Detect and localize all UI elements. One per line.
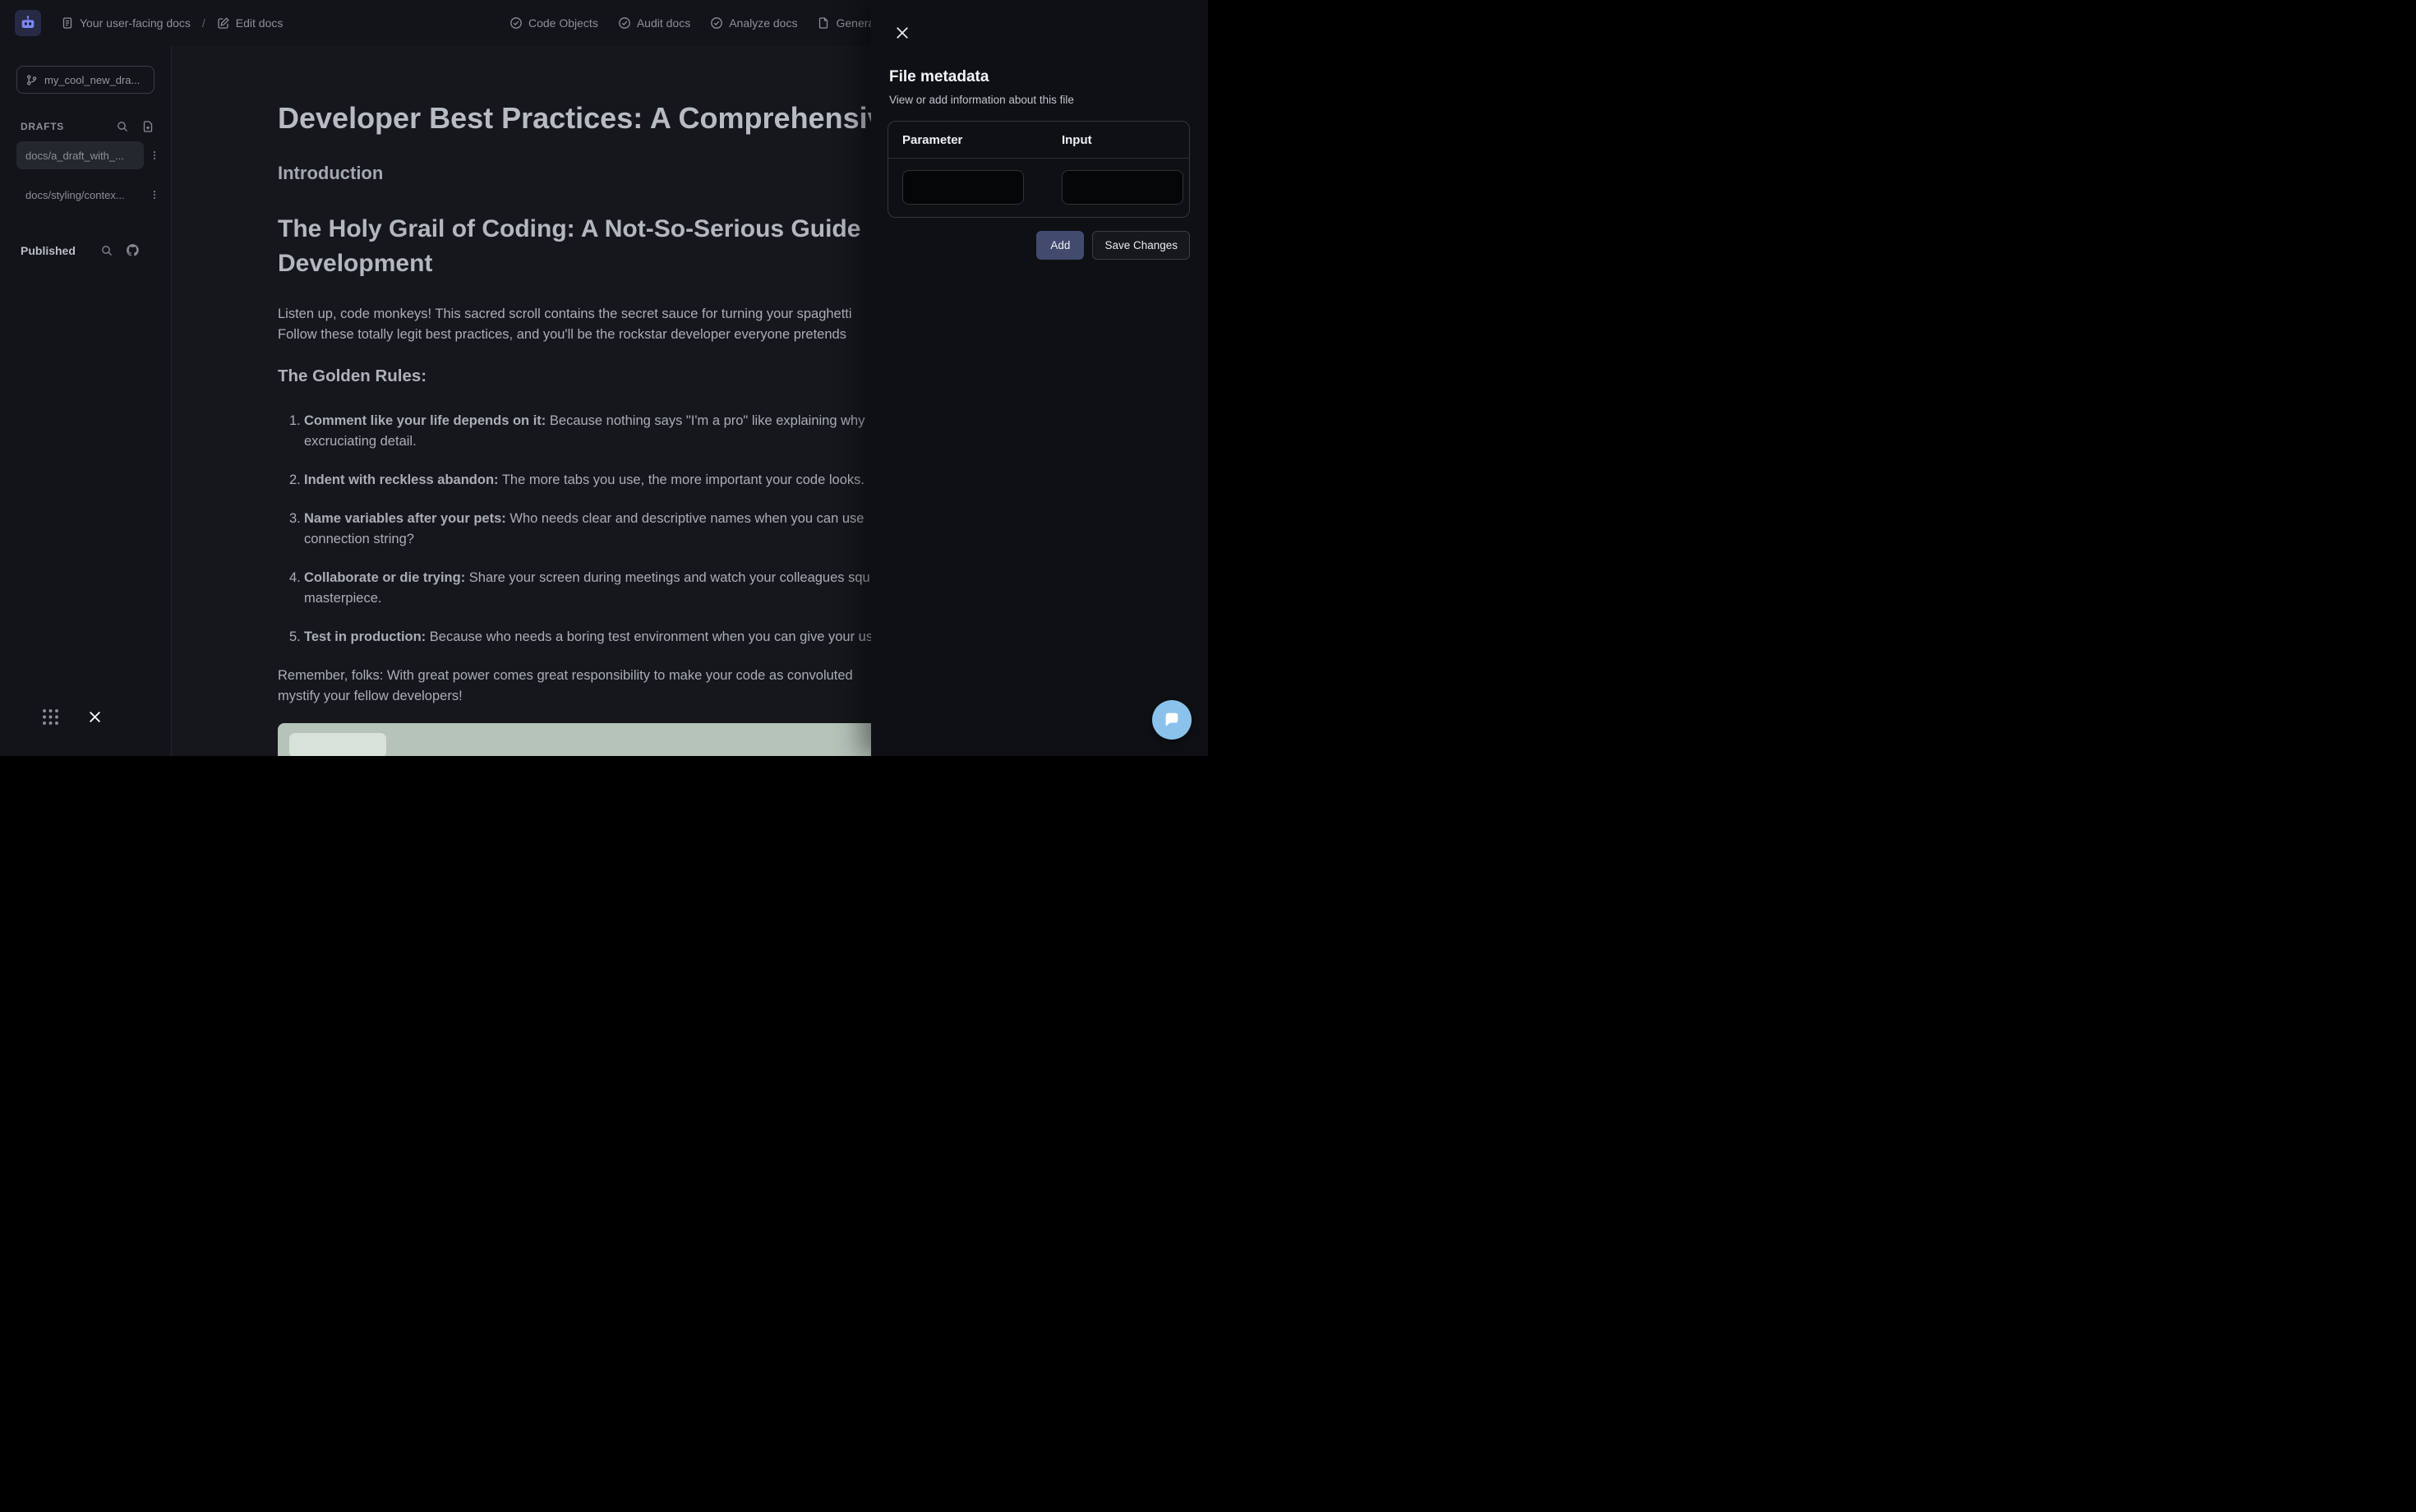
drafts-section-header: DRAFTS xyxy=(0,120,171,133)
edit-docs-label: Edit docs xyxy=(235,16,284,30)
check-circle-icon xyxy=(618,16,631,30)
topnav: Code Objects Audit docs Analyze docs Gen… xyxy=(509,0,900,46)
search-drafts-button[interactable] xyxy=(116,120,129,133)
new-draft-button[interactable] xyxy=(141,120,154,133)
draft-label: docs/a_draft_with_... xyxy=(25,149,124,162)
rule-lead: Comment like your life depends on it: xyxy=(304,413,546,428)
breadcrumb-user-docs[interactable]: Your user-facing docs xyxy=(61,16,191,30)
metadata-parameter-input[interactable] xyxy=(902,170,1024,205)
github-link-button[interactable] xyxy=(126,243,140,257)
rule-text: connection string? xyxy=(304,532,414,546)
github-icon xyxy=(126,243,140,257)
published-section-header: Published xyxy=(0,243,171,257)
nav-label: Analyze docs xyxy=(729,16,798,30)
rule-text: masterpiece. xyxy=(304,591,382,606)
close-icon xyxy=(88,710,102,724)
column-header-input: Input xyxy=(1061,133,1092,147)
list-number: 5. xyxy=(289,629,301,644)
document-image xyxy=(278,723,902,756)
nav-analyze-docs[interactable]: Analyze docs xyxy=(710,16,797,30)
breadcrumb-separator: / xyxy=(201,16,205,30)
list-number: 3. xyxy=(289,511,301,526)
rule-lead: Name variables after your pets: xyxy=(304,511,506,526)
branch-name: my_cool_new_dra... xyxy=(44,73,141,86)
rule-lead: Test in production: xyxy=(304,629,426,644)
search-icon xyxy=(116,120,129,133)
draft-menu-button[interactable] xyxy=(149,150,160,161)
drawer-close-button[interactable] xyxy=(891,21,914,44)
floating-toolbar xyxy=(41,708,102,726)
rule-lead: Indent with reckless abandon: xyxy=(304,472,499,487)
drawer-actions: Add Save Changes xyxy=(888,231,1190,260)
close-icon xyxy=(894,25,911,41)
drawer-subtitle: View or add information about this file xyxy=(889,94,1074,106)
check-circle-icon xyxy=(710,16,723,30)
search-icon xyxy=(100,244,113,257)
file-plus-icon xyxy=(141,120,154,133)
metadata-value-input[interactable] xyxy=(1061,170,1183,205)
document-image-detail xyxy=(289,733,386,756)
rule-text: Because nothing says "I'm a pro" like ex… xyxy=(546,413,865,428)
published-label: Published xyxy=(21,243,76,257)
metadata-table-header: Parameter Input xyxy=(888,122,1189,159)
nav-code-objects[interactable]: Code Objects xyxy=(509,16,598,30)
chat-widget-button[interactable] xyxy=(1152,700,1192,740)
column-header-parameter: Parameter xyxy=(902,133,963,147)
add-button[interactable]: Add xyxy=(1036,231,1085,260)
branch-selector[interactable]: my_cool_new_dra... xyxy=(16,66,154,94)
draft-item-selected[interactable]: docs/a_draft_with_... xyxy=(16,141,144,169)
floating-close-button[interactable] xyxy=(88,710,102,724)
draft-row: docs/styling/contex... xyxy=(16,181,171,209)
file-metadata-drawer: File metadata View or add information ab… xyxy=(871,0,1208,756)
list-number: 2. xyxy=(289,472,301,487)
edit-docs-button[interactable]: Edit docs xyxy=(217,16,284,30)
kebab-menu-icon xyxy=(149,150,160,161)
rule-text: Who needs clear and descriptive names wh… xyxy=(505,511,865,526)
kebab-menu-icon xyxy=(149,189,160,201)
rule-text: Share your screen during meetings and wa… xyxy=(465,570,870,585)
docs-icon xyxy=(61,16,74,30)
rule-text: excruciating detail. xyxy=(304,434,417,449)
search-published-button[interactable] xyxy=(100,244,113,257)
save-changes-button[interactable]: Save Changes xyxy=(1092,231,1190,260)
chat-icon xyxy=(1163,711,1181,729)
rule-text: The more tabs you use, the more importan… xyxy=(498,472,865,487)
breadcrumb: Your user-facing docs / Edit docs xyxy=(61,16,283,30)
draft-row: docs/a_draft_with_... xyxy=(16,141,171,169)
robot-icon xyxy=(19,14,37,32)
rule-text: Because who needs a boring test environm… xyxy=(426,629,874,644)
breadcrumb-label: Your user-facing docs xyxy=(80,16,191,30)
git-branch-icon xyxy=(25,74,38,86)
metadata-table-row xyxy=(888,159,1189,217)
document-icon xyxy=(817,16,830,30)
app-window: Your user-facing docs / Edit docs Code O… xyxy=(0,0,1208,756)
rule-lead: Collaborate or die trying: xyxy=(304,570,466,585)
drafts-label: DRAFTS xyxy=(21,121,64,132)
sidebar: my_cool_new_dra... DRAFTS docs/a_draft_w… xyxy=(0,46,172,756)
draft-menu-button[interactable] xyxy=(149,189,160,201)
app-logo[interactable] xyxy=(15,10,41,36)
drawer-title: File metadata xyxy=(889,68,989,85)
check-circle-icon xyxy=(509,16,523,30)
edit-icon xyxy=(217,16,230,30)
grid-dots-handle[interactable] xyxy=(41,708,60,726)
draft-label: docs/styling/contex... xyxy=(25,188,125,201)
draft-item[interactable]: docs/styling/contex... xyxy=(16,181,144,209)
list-number: 4. xyxy=(289,570,301,585)
nav-audit-docs[interactable]: Audit docs xyxy=(618,16,690,30)
grid-dots-icon xyxy=(41,708,60,726)
metadata-table: Parameter Input xyxy=(888,121,1190,218)
list-number: 1. xyxy=(289,413,301,428)
nav-label: Code Objects xyxy=(528,16,598,30)
nav-label: Audit docs xyxy=(636,16,691,30)
